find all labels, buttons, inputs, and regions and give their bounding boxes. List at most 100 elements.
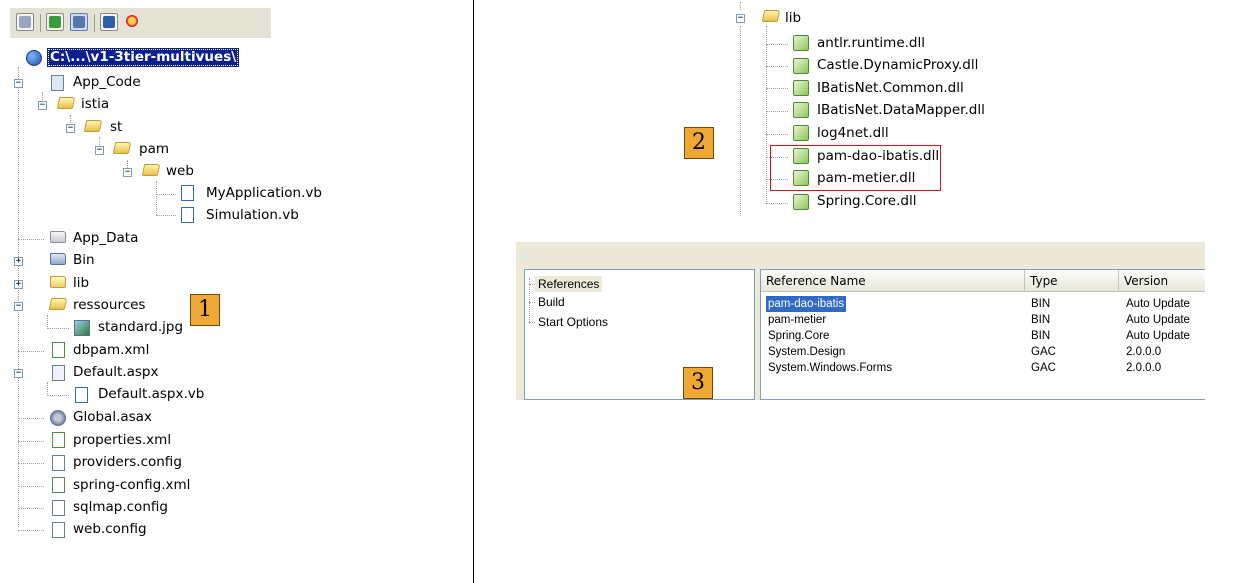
tree-line bbox=[529, 302, 535, 303]
tree-line bbox=[766, 111, 788, 112]
tree-line bbox=[18, 67, 19, 527]
tree-item-label: IBatisNet.Common.dll bbox=[817, 80, 964, 96]
app-data-folder-icon bbox=[50, 231, 66, 243]
reference-name-cell[interactable]: Spring.Core bbox=[768, 328, 829, 344]
folder-open-icon bbox=[48, 298, 68, 310]
nav-item-references[interactable]: References bbox=[535, 276, 603, 292]
xml-file-icon bbox=[52, 342, 65, 358]
collapse-toggle[interactable]: − bbox=[38, 101, 47, 110]
collapse-toggle[interactable]: − bbox=[66, 124, 75, 133]
dll-reference-icon bbox=[793, 58, 809, 74]
tree-line bbox=[18, 486, 44, 487]
reference-version-cell: Auto Update bbox=[1126, 314, 1190, 326]
reference-type-cell: BIN bbox=[1031, 330, 1051, 342]
tree-line bbox=[766, 26, 767, 204]
annotation-marker-2: 2 bbox=[684, 127, 714, 159]
tree-item-label: dbpam.xml bbox=[73, 342, 150, 358]
tree-line bbox=[47, 395, 69, 396]
tree-item-label: Default.aspx.vb bbox=[98, 386, 205, 402]
tree-item-label: web bbox=[166, 163, 194, 179]
nav-item-start-options[interactable]: Start Options bbox=[538, 314, 608, 330]
tree-item-label: lib bbox=[785, 10, 802, 26]
reference-version-cell: Auto Update bbox=[1126, 330, 1190, 342]
toolbar-separator bbox=[40, 14, 41, 32]
tree-line bbox=[47, 315, 48, 329]
tree-item-label: Default.aspx bbox=[73, 364, 159, 380]
column-header-reference-name[interactable]: Reference Name bbox=[761, 270, 1025, 292]
collapse-toggle[interactable]: − bbox=[95, 146, 104, 155]
folder-open-icon bbox=[112, 142, 132, 154]
vb-file-icon bbox=[75, 387, 88, 403]
tree-item-label: App_Code bbox=[73, 74, 141, 90]
collapse-toggle[interactable]: − bbox=[736, 14, 745, 23]
dll-reference-icon bbox=[793, 80, 809, 96]
website-root-node[interactable]: C:\...\v1-3tier-multivues\ bbox=[47, 48, 240, 67]
property-pages-nav: References Build Start Options bbox=[524, 269, 755, 400]
folder-open-icon bbox=[761, 10, 781, 22]
reference-version-cell: 2.0.0.0 bbox=[1126, 362, 1162, 374]
aspx-file-icon bbox=[52, 365, 65, 381]
tree-item-label: log4net.dll bbox=[817, 125, 889, 141]
tree-item-label: Global.asax bbox=[73, 409, 152, 425]
collapse-toggle[interactable]: − bbox=[14, 79, 23, 88]
tree-line bbox=[766, 88, 788, 89]
reference-name-cell[interactable]: System.Design bbox=[768, 344, 845, 360]
refresh-button[interactable] bbox=[46, 13, 64, 31]
show-all-files-button[interactable] bbox=[70, 13, 88, 31]
tree-line bbox=[47, 328, 69, 329]
tree-item-label: IBatisNet.DataMapper.dll bbox=[817, 102, 985, 118]
vb-file-icon bbox=[181, 185, 194, 201]
properties-button[interactable] bbox=[16, 13, 34, 31]
config-file-icon bbox=[52, 522, 65, 538]
tree-line bbox=[740, 2, 741, 10]
reference-name-cell[interactable]: pam-metier bbox=[768, 312, 826, 328]
tree-line bbox=[18, 463, 44, 464]
config-file-icon bbox=[52, 500, 65, 516]
tree-line bbox=[18, 441, 44, 442]
tree-item-label: Simulation.vb bbox=[206, 207, 299, 223]
copy-website-icon bbox=[103, 16, 115, 28]
tree-item-label: providers.config bbox=[73, 454, 182, 470]
tree-item-label: MyApplication.vb bbox=[206, 185, 322, 201]
reference-name-cell[interactable]: System.Windows.Forms bbox=[768, 360, 892, 376]
bin-folder-icon bbox=[50, 253, 66, 265]
column-header-type[interactable]: Type bbox=[1025, 270, 1119, 292]
annotation-marker-3: 3 bbox=[683, 367, 713, 399]
tree-line bbox=[766, 134, 788, 135]
image-file-icon bbox=[74, 320, 90, 336]
tree-item-label: pam bbox=[139, 141, 169, 157]
dll-reference-icon bbox=[793, 35, 809, 51]
annotation-marker-1: 1 bbox=[190, 294, 220, 326]
panel-divider bbox=[473, 0, 474, 583]
tree-item-label: spring-config.xml bbox=[73, 477, 191, 493]
asp-net-config-button[interactable] bbox=[124, 13, 142, 31]
dll-reference-icon bbox=[793, 102, 809, 118]
expand-toggle[interactable]: + bbox=[14, 257, 23, 266]
tree-line bbox=[47, 382, 48, 396]
tree-item-label: App_Data bbox=[73, 230, 139, 246]
expand-toggle[interactable]: + bbox=[14, 280, 23, 289]
nav-item-build[interactable]: Build bbox=[538, 294, 565, 310]
tree-line bbox=[766, 203, 788, 204]
folder-open-icon bbox=[83, 120, 103, 132]
vb-file-icon bbox=[181, 207, 194, 223]
column-header-version[interactable]: Version bbox=[1119, 270, 1205, 292]
solution-explorer-toolbar bbox=[10, 8, 271, 38]
tree-line bbox=[18, 239, 44, 240]
tree-item-label: antlr.runtime.dll bbox=[817, 35, 925, 51]
tree-line bbox=[740, 26, 741, 216]
folder-icon bbox=[50, 276, 66, 288]
copy-website-button[interactable] bbox=[100, 13, 118, 31]
collapse-toggle[interactable]: − bbox=[123, 168, 132, 177]
reference-type-cell: GAC bbox=[1031, 346, 1056, 358]
collapse-toggle[interactable]: − bbox=[14, 369, 23, 378]
collapse-toggle[interactable]: − bbox=[14, 302, 23, 311]
reference-name-cell[interactable]: pam-dao-ibatis bbox=[766, 296, 847, 312]
global-asax-icon bbox=[50, 410, 66, 426]
tree-line bbox=[18, 418, 44, 419]
toolbar-separator bbox=[94, 14, 95, 32]
references-property-pages: References Build Start Options Reference… bbox=[516, 242, 1205, 400]
tree-item-label: istia bbox=[81, 96, 110, 112]
tree-line bbox=[156, 181, 157, 215]
tree-line bbox=[18, 508, 44, 509]
